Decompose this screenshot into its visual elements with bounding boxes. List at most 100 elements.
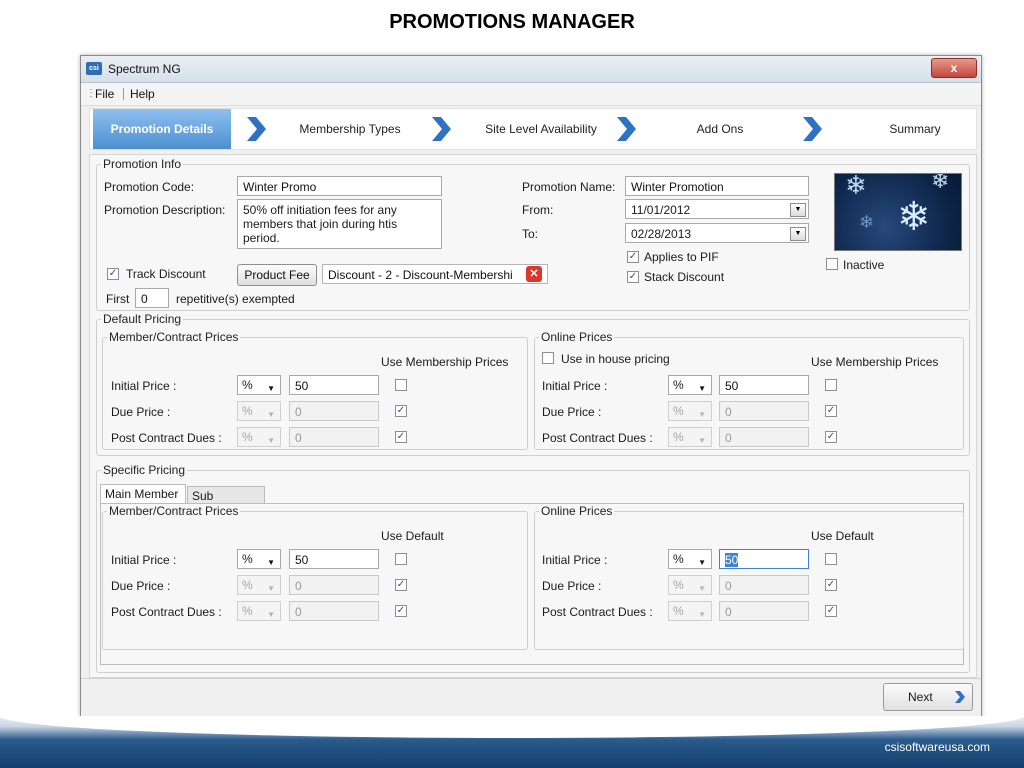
step-summary[interactable]: Summary	[860, 109, 970, 149]
dropdown-arrow-icon: ▼	[698, 610, 706, 619]
promotion-image: ❄ ❄ ❄ ❄	[834, 173, 962, 251]
snowflake-icon: ❄	[845, 173, 867, 200]
promotion-code-input[interactable]: Winter Promo	[237, 176, 442, 196]
initial-price-unit-select[interactable]: % ▼	[668, 549, 712, 569]
remove-discount-icon[interactable]: ✕	[526, 266, 542, 282]
promotion-code-label: Promotion Code:	[104, 180, 195, 194]
dropdown-arrow-icon: ▼	[698, 384, 706, 393]
initial-price-input[interactable]: 50	[289, 375, 379, 395]
unit-value: %	[673, 404, 684, 418]
use-membership-prices-label: Use Membership Prices	[381, 355, 509, 369]
next-button[interactable]: Next	[883, 683, 973, 711]
discount-field[interactable]: Discount - 2 - Discount-Membershi	[322, 264, 548, 284]
initial-price-default-checkbox[interactable]	[395, 553, 407, 565]
initial-price-unit-select[interactable]: % ▼	[668, 375, 712, 395]
wizard-steps: Promotion Details Membership Types Site …	[89, 108, 977, 150]
initial-price-input[interactable]: 50	[719, 549, 809, 569]
to-date-select[interactable]: 02/28/2013 ▼	[625, 223, 809, 243]
step-site-level-availability[interactable]: Site Level Availability	[466, 109, 616, 149]
initial-price-default-checkbox[interactable]	[825, 553, 837, 565]
unit-value: %	[673, 552, 684, 566]
initial-price-input[interactable]: 50	[719, 375, 809, 395]
stack-discount-label: Stack Discount	[644, 270, 725, 284]
unit-value: %	[242, 404, 253, 418]
first-exempt-input[interactable]: 0	[135, 288, 169, 308]
selected-text: 50	[725, 553, 739, 567]
due-price-input[interactable]: 0	[719, 401, 809, 421]
use-default-label: Use Default	[381, 529, 444, 543]
initial-price-use-checkbox[interactable]	[395, 379, 407, 391]
promotion-description-input[interactable]: 50% off initiation fees for any members …	[237, 199, 442, 249]
dropdown-arrow-icon: ▼	[790, 227, 806, 241]
tab-sub-member[interactable]: Sub Member	[187, 486, 265, 521]
due-price-unit-select[interactable]: % ▼	[237, 401, 281, 421]
post-contract-use-checkbox[interactable]: ✓	[825, 431, 837, 443]
post-contract-use-checkbox[interactable]: ✓	[395, 431, 407, 443]
due-price-default-checkbox[interactable]: ✓	[395, 579, 407, 591]
post-contract-input[interactable]: 0	[719, 427, 809, 447]
bottom-bar: Next	[81, 678, 981, 717]
initial-price-use-checkbox[interactable]	[825, 379, 837, 391]
post-contract-unit-select[interactable]: % ▼	[237, 427, 281, 447]
initial-price-input[interactable]: 50	[289, 549, 379, 569]
snowflake-icon: ❄	[897, 195, 931, 239]
dropdown-arrow-icon: ▼	[698, 410, 706, 419]
due-price-input[interactable]: 0	[289, 401, 379, 421]
inactive-checkbox[interactable]	[826, 258, 838, 270]
step-add-ons[interactable]: Add Ons	[660, 109, 780, 149]
tab-main-member[interactable]: Main Member	[100, 484, 186, 503]
track-discount-checkbox[interactable]: ✓	[107, 268, 119, 280]
dropdown-arrow-icon: ▼	[698, 584, 706, 593]
post-contract-unit-select[interactable]: % ▼	[668, 427, 712, 447]
chevron-right-icon	[247, 117, 266, 141]
menu-file[interactable]: File	[95, 87, 114, 101]
post-contract-unit-select[interactable]: % ▼	[668, 601, 712, 621]
post-contract-input[interactable]: 0	[719, 601, 809, 621]
stack-discount-checkbox[interactable]: ✓	[627, 271, 639, 283]
track-discount-label: Track Discount	[126, 267, 206, 281]
initial-price-unit-select[interactable]: % ▼	[237, 375, 281, 395]
from-label: From:	[522, 203, 554, 217]
post-contract-unit-select[interactable]: % ▼	[237, 601, 281, 621]
initial-price-label: Initial Price :	[111, 553, 177, 567]
due-price-default-checkbox[interactable]: ✓	[825, 579, 837, 591]
due-price-use-checkbox[interactable]: ✓	[825, 405, 837, 417]
next-label: Next	[908, 690, 933, 704]
post-contract-input[interactable]: 0	[289, 427, 379, 447]
due-price-use-checkbox[interactable]: ✓	[395, 405, 407, 417]
promotion-name-input[interactable]: Winter Promotion	[625, 176, 809, 196]
step-membership-types[interactable]: Membership Types	[280, 109, 420, 149]
use-in-house-pricing-label: Use in house pricing	[561, 352, 670, 366]
menu-bar: ⋮ File Help	[81, 83, 981, 106]
footer-url: csisoftwareusa.com	[884, 740, 990, 754]
due-price-unit-select[interactable]: % ▼	[668, 575, 712, 595]
default-pricing-legend: Default Pricing	[103, 312, 182, 326]
due-price-input[interactable]: 0	[289, 575, 379, 595]
applies-to-pif-checkbox[interactable]: ✓	[627, 251, 639, 263]
post-contract-input[interactable]: 0	[289, 601, 379, 621]
due-price-input[interactable]: 0	[719, 575, 809, 595]
applies-to-pif-label: Applies to PIF	[644, 250, 719, 264]
close-button[interactable]: x	[931, 58, 977, 78]
due-price-unit-select[interactable]: % ▼	[668, 401, 712, 421]
use-in-house-pricing-checkbox[interactable]	[542, 352, 554, 364]
product-fee-button[interactable]: Product Fee	[237, 264, 317, 286]
due-price-label: Due Price :	[111, 405, 171, 419]
step-promotion-details[interactable]: Promotion Details	[93, 109, 231, 149]
due-price-unit-select[interactable]: % ▼	[237, 575, 281, 595]
chevron-right-icon	[617, 117, 636, 141]
menu-help[interactable]: Help	[130, 87, 155, 101]
post-contract-default-checkbox[interactable]: ✓	[825, 605, 837, 617]
use-default-label: Use Default	[811, 529, 874, 543]
initial-price-unit-select[interactable]: % ▼	[237, 549, 281, 569]
snowflake-icon: ❄	[859, 212, 875, 232]
to-date-value: 02/28/2013	[631, 227, 692, 241]
post-contract-dues-label: Post Contract Dues :	[542, 605, 653, 619]
dropdown-arrow-icon: ▼	[267, 584, 275, 593]
unit-value: %	[673, 378, 684, 392]
from-date-value: 11/01/2012	[631, 203, 691, 217]
chevron-right-icon	[803, 117, 822, 141]
post-contract-default-checkbox[interactable]: ✓	[395, 605, 407, 617]
from-date-select[interactable]: 11/01/2012 ▼	[625, 199, 809, 219]
content-panel: Promotion Info Promotion Code: Winter Pr…	[89, 154, 977, 678]
